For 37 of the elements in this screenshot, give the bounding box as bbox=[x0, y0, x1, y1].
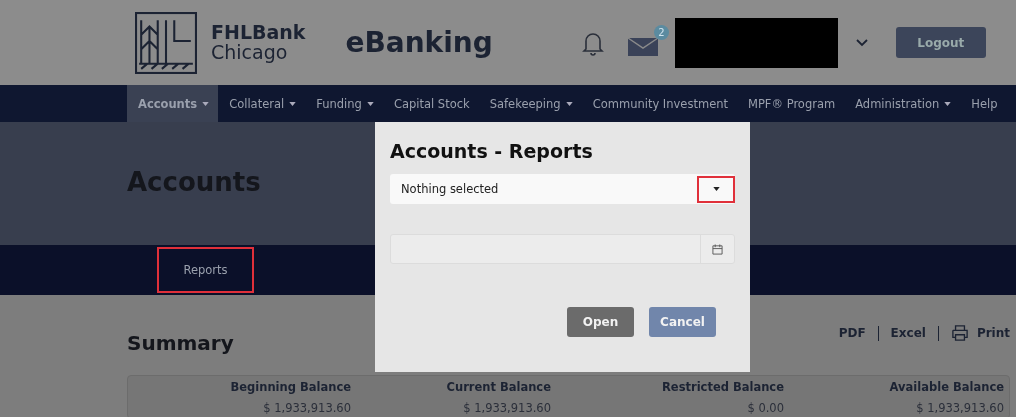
table-cell-text: $ 0.00 bbox=[746, 400, 784, 415]
nav-menu-item[interactable]: Funding bbox=[305, 85, 383, 122]
report-select[interactable]: Nothing selected bbox=[390, 174, 735, 204]
calendar-icon[interactable] bbox=[712, 243, 723, 255]
dropdown-toggle[interactable] bbox=[697, 175, 735, 203]
subnav-tab[interactable]: Reports bbox=[157, 247, 254, 293]
export-link[interactable]: PDF bbox=[838, 326, 866, 340]
nav-menu-item[interactable]: Community Investment bbox=[581, 85, 737, 122]
printer-icon[interactable] bbox=[950, 325, 969, 341]
nav-menu-item[interactable]: Help bbox=[960, 85, 1007, 122]
table-cell-text: $ 1,933,913.60 bbox=[915, 400, 1004, 415]
column-header: Available Balance bbox=[888, 379, 1004, 394]
message-count-badge: 2 bbox=[653, 24, 669, 40]
nav-menu-item[interactable]: Collateral bbox=[218, 85, 306, 122]
date-field[interactable] bbox=[390, 234, 735, 264]
nav-menu-item[interactable]: Capital Stock bbox=[382, 85, 479, 122]
nav-menu-item[interactable]: Accounts bbox=[127, 85, 219, 122]
caret-icon bbox=[712, 187, 720, 191]
section-title: Summary bbox=[127, 331, 234, 355]
logout-button[interactable]: Logout bbox=[895, 27, 986, 58]
column-header: Beginning Balance bbox=[229, 379, 351, 394]
column-header: Restricted Balance bbox=[661, 379, 784, 394]
nav-menu-item[interactable]: Safekeeping bbox=[478, 85, 582, 122]
column-header: Current Balance bbox=[445, 379, 551, 394]
export-link[interactable]: Excel bbox=[890, 326, 926, 340]
dialog-title: Accounts - Reports bbox=[390, 140, 594, 162]
brand-name: FHLBank bbox=[211, 22, 306, 43]
dialog-button[interactable]: Open bbox=[567, 307, 634, 337]
print-link[interactable]: Print bbox=[976, 326, 1010, 340]
nav-menu-item[interactable]: MPF® Program bbox=[737, 85, 845, 122]
chevron-down-icon[interactable] bbox=[855, 38, 868, 47]
nav-menu-item[interactable]: Administration bbox=[844, 85, 961, 122]
logo-icon bbox=[135, 10, 197, 75]
table-cell-text: $ 1,933,913.60 bbox=[462, 400, 551, 415]
table-cell-text: $ 1,933,913.60 bbox=[262, 400, 351, 415]
product-name: eBanking bbox=[345, 26, 493, 59]
brand-location: Chicago bbox=[211, 42, 289, 63]
